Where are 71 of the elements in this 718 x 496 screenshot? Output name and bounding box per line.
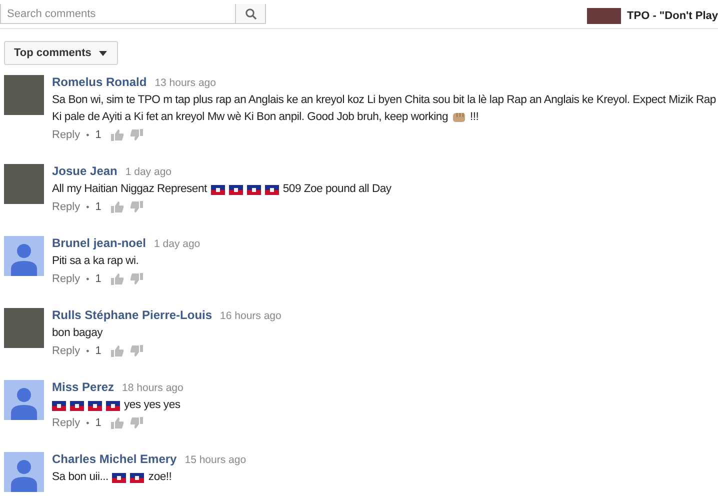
photo-placeholder[interactable] [4, 164, 44, 204]
flag-icon [228, 184, 243, 194]
photo-placeholder[interactable] [4, 308, 44, 348]
caret-icon [99, 50, 108, 56]
comment-time[interactable]: 16 hours ago [220, 310, 282, 322]
separator-dot: • [86, 346, 90, 356]
like-count: 1 [95, 273, 102, 285]
search-field[interactable]: Search comments [0, 4, 236, 24]
separator-dot: • [86, 418, 90, 428]
flag-icon [264, 184, 279, 194]
reply-link[interactable]: Reply [52, 345, 80, 357]
like-count: 1 [95, 129, 102, 141]
reply-link[interactable]: Reply [52, 417, 80, 429]
comment-text: !!! [470, 110, 479, 125]
photo-placeholder[interactable] [4, 75, 44, 115]
separator-dot: • [86, 130, 90, 140]
comment-text: Piti sa a ka rap wi. [52, 254, 139, 269]
reply-link[interactable]: Reply [52, 273, 80, 285]
comment-time[interactable]: 18 hours ago [122, 382, 184, 394]
author-name[interactable]: Brunel jean-noel [52, 236, 146, 250]
avatar-icon[interactable] [4, 452, 44, 492]
comment-text: yes yes yes [124, 398, 180, 413]
search-icon [244, 8, 256, 20]
like-count: 1 [95, 417, 102, 429]
thumbs-up-icon[interactable] [111, 201, 124, 213]
thumbs-up-icon[interactable] [111, 417, 124, 429]
flag-icon [88, 400, 102, 410]
flag-icon [70, 400, 84, 410]
author-name[interactable]: Romelus Ronald [52, 75, 147, 89]
photo-placeholder[interactable] [587, 8, 622, 24]
sort-dropdown[interactable]: Top comments [4, 41, 118, 65]
flag-icon [52, 400, 66, 410]
avatar-icon[interactable] [4, 236, 44, 276]
thumbs-up-icon[interactable] [111, 273, 124, 285]
author-name[interactable]: Miss Perez [52, 380, 114, 394]
video-title[interactable]: TPO - "Don't Play [627, 10, 718, 22]
flag-icon [246, 184, 261, 194]
comment-time[interactable]: 1 day ago [125, 166, 172, 178]
avatar-icon[interactable] [4, 380, 44, 420]
reply-link[interactable]: Reply [52, 201, 80, 213]
separator-dot: • [86, 202, 90, 212]
comment-text: All my Haitian Niggaz Represent [52, 182, 207, 197]
separator-dot: • [86, 274, 90, 284]
comment-text: Sa Bon wi, sim te TPO m tap plus rap an Anglais ke an kreyol koz Li byen Chita sou bit la lè lap Rap an Anglais ke Kreyol. Expect Mizik Rap [52, 93, 716, 108]
fist-icon [452, 112, 466, 123]
comment-text: Ki pale de Ayiti a Ki fet an kreyol Mw wè Ki Bon anpil. Good Job bruh, keep working [52, 110, 448, 125]
thumbs-down-icon[interactable] [130, 273, 144, 285]
thumbs-down-icon[interactable] [130, 129, 144, 141]
comment-text: zoe!! [148, 470, 172, 485]
flag-icon [130, 472, 144, 482]
thumbs-down-icon[interactable] [130, 345, 144, 357]
comment-time[interactable]: 13 hours ago [154, 77, 216, 89]
flag-icon [112, 472, 126, 482]
reply-link[interactable]: Reply [52, 129, 80, 141]
thumbs-up-icon[interactable] [111, 129, 124, 141]
like-count: 1 [95, 345, 102, 357]
thumbs-down-icon[interactable] [130, 417, 144, 429]
author-name[interactable]: Rulls Stéphane Pierre-Louis [52, 308, 212, 322]
author-name[interactable]: Josue Jean [52, 164, 118, 178]
thumbs-up-icon[interactable] [111, 345, 124, 357]
comment-time[interactable]: 1 day ago [154, 238, 200, 250]
comment-time[interactable]: 15 hours ago [184, 454, 246, 466]
flag-icon [106, 400, 120, 410]
comment-text: 509 Zoe pound all Day [282, 182, 392, 197]
search-button[interactable] [236, 4, 266, 24]
thumbs-down-icon[interactable] [130, 201, 144, 213]
like-count: 1 [95, 201, 102, 213]
author-name[interactable]: Charles Michel Emery [52, 452, 177, 466]
comment-text: bon bagay [52, 326, 103, 341]
flag-icon [210, 184, 225, 194]
comment-text: Sa bon uii... [52, 470, 108, 485]
